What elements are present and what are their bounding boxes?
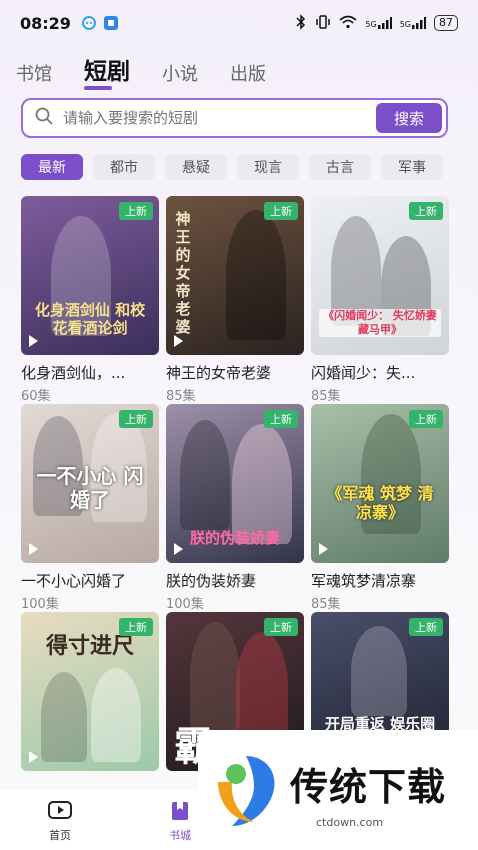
poster-figure (91, 668, 141, 762)
drama-card[interactable]: 《军魂 筑梦 清凉寨》 上新 军魂筑梦清凉寨 85集 (311, 404, 449, 612)
poster-title-art: 神王的女帝老婆 (175, 210, 191, 336)
drama-poster[interactable]: 《军魂 筑梦 清凉寨》 上新 (311, 404, 449, 563)
drama-poster[interactable]: 化身酒剑仙 和校花看酒论剑 上新 (21, 196, 159, 355)
new-badge: 上新 (409, 410, 443, 428)
nav-home[interactable]: 首页 (0, 790, 120, 850)
bluetooth-icon (295, 13, 307, 33)
poster-title-art: 《军魂 筑梦 清凉寨》 (326, 484, 434, 522)
battery-indicator: 87 (434, 15, 458, 31)
vibrate-icon (315, 14, 331, 32)
drama-grid: 化身酒剑仙 和校花看酒论剑 上新 化身酒剑仙，... 60集 神王的女帝老婆 上… (21, 196, 449, 820)
new-badge: 上新 (119, 202, 153, 220)
search-button[interactable]: 搜索 (376, 103, 442, 133)
status-bar: 08:29 5G 5G 87 (0, 0, 478, 46)
search-icon (35, 107, 53, 129)
poster-figure (226, 210, 286, 340)
search-input[interactable] (63, 109, 376, 127)
tab-short-drama[interactable]: 短剧 (84, 52, 130, 90)
play-icon (29, 751, 38, 763)
search-bar: 搜索 (21, 98, 448, 138)
app-notification-icon (103, 15, 119, 31)
drama-card[interactable]: 《闪婚闻少： 失忆娇妻藏马甲》 上新 闪婚闻少：失... 85集 (311, 196, 449, 404)
drama-title: 神王的女帝老婆 (166, 364, 272, 382)
drama-title: 化身酒剑仙，... (21, 364, 126, 382)
tab-library[interactable]: 书馆 (16, 60, 52, 86)
episode-count: 100集 (21, 597, 59, 612)
play-icon (174, 543, 183, 555)
chip-latest[interactable]: 最新 (21, 154, 83, 180)
drama-title: 闪婚闻少：失... (311, 364, 416, 382)
poster-figure (232, 424, 292, 544)
drama-poster[interactable]: 朕的伪装娇妻 上新 (166, 404, 304, 563)
tab-publishing[interactable]: 出版 (230, 60, 266, 86)
chip-urban[interactable]: 都市 (93, 154, 155, 180)
nav-bookstore-label: 书城 (169, 829, 191, 842)
watermark-url: ctdown.com (316, 816, 384, 829)
poster-title-art: 《闪婚闻少： 失忆娇妻藏马甲》 (319, 309, 441, 337)
poster-figure (180, 420, 230, 530)
bookmark-icon (169, 800, 191, 825)
category-tabs: 书馆 短剧 小说 出版 (16, 52, 298, 90)
tab-novel[interactable]: 小说 (162, 60, 198, 86)
signal-5g-icon-1: 5G (365, 17, 392, 29)
play-icon (29, 335, 38, 347)
episode-count: 100集 (166, 597, 204, 612)
status-time: 08:29 (20, 13, 71, 33)
new-badge: 上新 (409, 202, 443, 220)
new-badge: 上新 (119, 618, 153, 636)
nav-home-label: 首页 (49, 829, 71, 842)
drama-card[interactable]: 化身酒剑仙 和校花看酒论剑 上新 化身酒剑仙，... 60集 (21, 196, 159, 404)
drama-poster[interactable]: 得寸进尺 上新 (21, 612, 159, 771)
new-badge: 上新 (264, 410, 298, 428)
genre-filter: 最新 都市 悬疑 现言 古言 军事 (21, 154, 443, 180)
new-badge: 上新 (264, 202, 298, 220)
drama-card[interactable]: 得寸进尺 上新 (21, 612, 159, 820)
poster-figure (190, 622, 240, 732)
drama-poster[interactable]: 《闪婚闻少： 失忆娇妻藏马甲》 上新 (311, 196, 449, 355)
poster-figure (351, 626, 407, 716)
episode-count: 85集 (166, 389, 196, 404)
poster-figure (41, 672, 87, 762)
drama-card[interactable]: 神王的女帝老婆 上新 神王的女帝老婆 85集 (166, 196, 304, 404)
episode-count: 85集 (311, 597, 341, 612)
new-badge: 上新 (264, 618, 298, 636)
drama-title: 军魂筑梦清凉寨 (311, 572, 417, 590)
episode-count: 85集 (311, 389, 341, 404)
chip-suspense[interactable]: 悬疑 (165, 154, 227, 180)
video-play-icon (47, 800, 73, 825)
drama-poster[interactable]: 神王的女帝老婆 上新 (166, 196, 304, 355)
drama-card[interactable]: 朕的伪装娇妻 上新 朕的伪装娇妻 100集 (166, 404, 304, 612)
chip-ancient-romance[interactable]: 古言 (309, 154, 371, 180)
drama-poster[interactable]: 一不小心 闪婚了 上新 (21, 404, 159, 563)
play-icon (319, 543, 328, 555)
play-icon (29, 543, 38, 555)
chat-icon (81, 15, 97, 31)
drama-title: 朕的伪装娇妻 (166, 572, 257, 590)
poster-title-art: 化身酒剑仙 和校花看酒论剑 (34, 301, 146, 337)
new-badge: 上新 (119, 410, 153, 428)
drama-card[interactable]: 一不小心 闪婚了 上新 一不小心闪婚了 100集 (21, 404, 159, 612)
chip-modern-romance[interactable]: 现言 (237, 154, 299, 180)
watermark-text: 传统下载 (290, 765, 447, 809)
poster-title-art: 一不小心 闪婚了 (36, 464, 144, 512)
watermark-logo-icon (210, 752, 282, 830)
poster-title-art: 得寸进尺 (45, 634, 134, 659)
drama-title: 一不小心闪婚了 (21, 572, 127, 590)
play-icon (174, 335, 183, 347)
chip-military[interactable]: 军事 (381, 154, 443, 180)
poster-title-art: 朕的伪装娇妻 (189, 529, 280, 547)
wifi-icon (339, 15, 357, 32)
episode-count: 60集 (21, 389, 51, 404)
new-badge: 上新 (409, 618, 443, 636)
watermark: 传统下载 ctdown.com (198, 730, 478, 850)
signal-5g-icon-2: 5G (400, 17, 426, 29)
